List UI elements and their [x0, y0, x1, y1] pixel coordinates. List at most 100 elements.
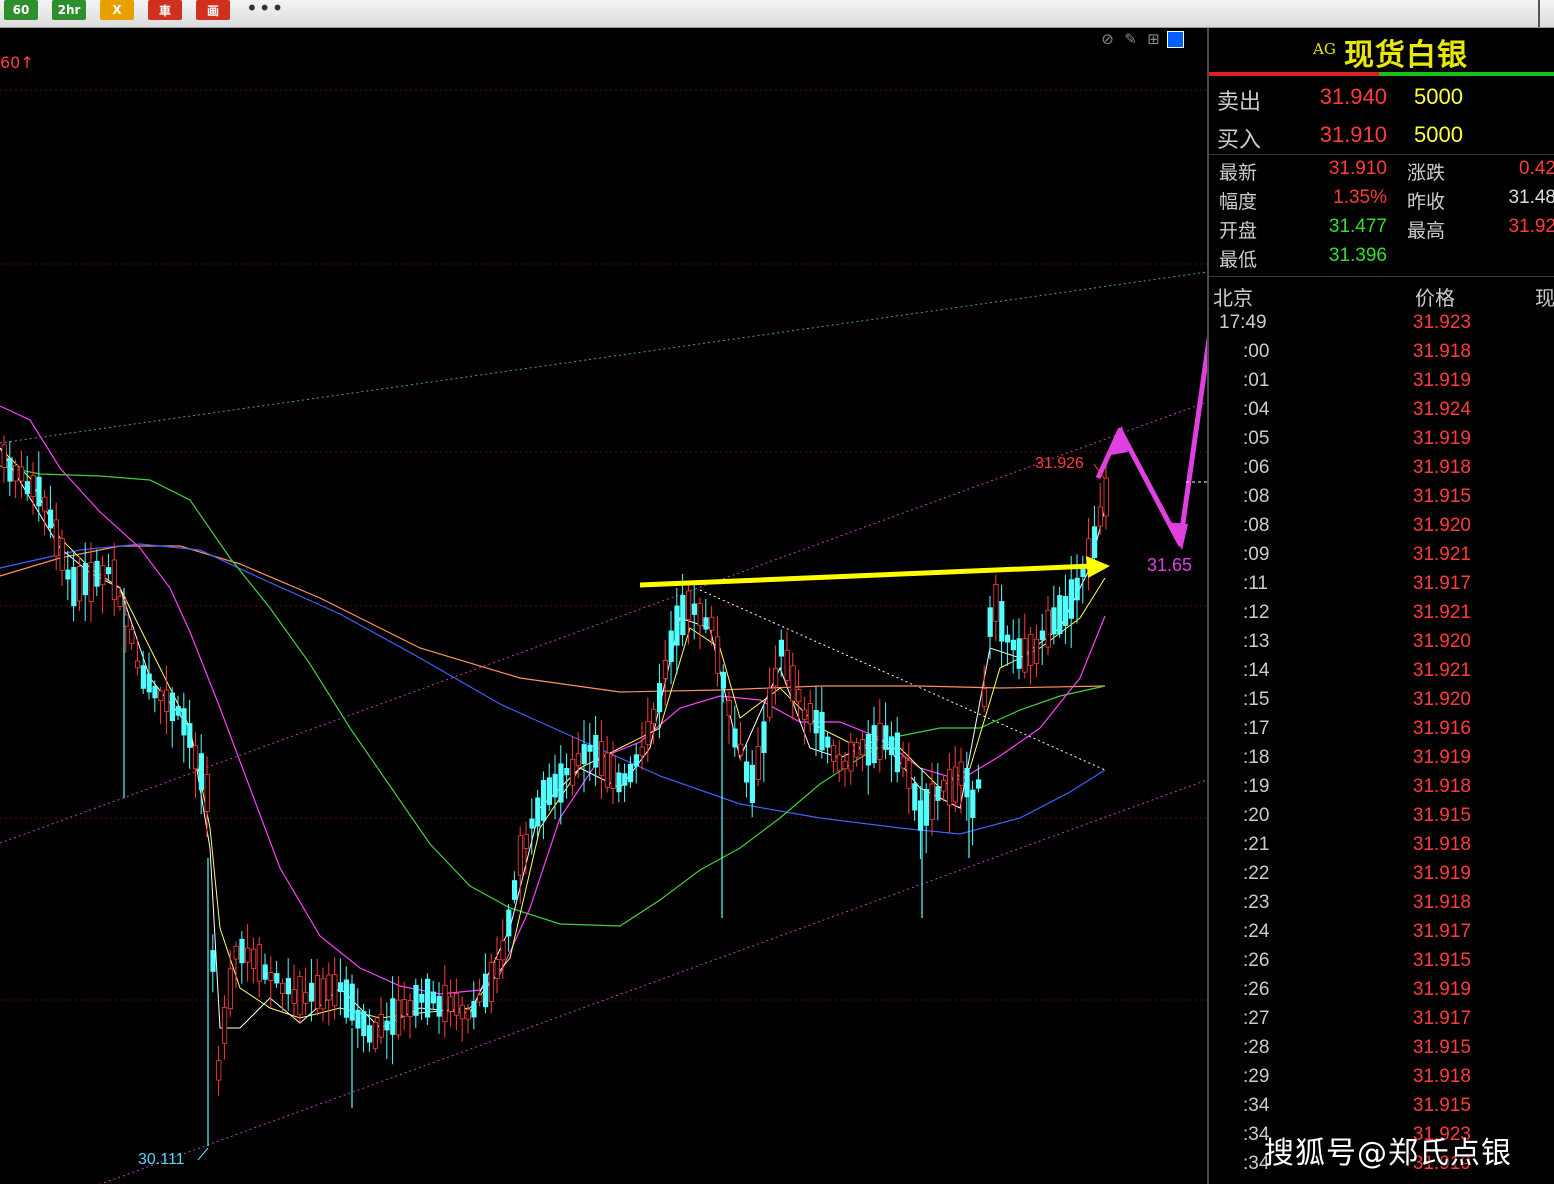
- candle-up: [941, 779, 947, 792]
- candle-down: [749, 764, 756, 803]
- stat-value: 31.477: [1328, 216, 1387, 237]
- candle-up: [1045, 609, 1051, 648]
- buy-label: 买入: [1217, 128, 1262, 153]
- candle-down: [935, 786, 941, 801]
- candle-down: [308, 982, 315, 1002]
- candle-up: [453, 993, 460, 1016]
- candle-up: [715, 636, 721, 674]
- candle-down: [274, 973, 280, 984]
- candle-down: [889, 736, 895, 756]
- tick-time: :06: [1243, 457, 1270, 478]
- sell-label: 卖出: [1217, 90, 1262, 115]
- target-price-label: 31.65: [1147, 555, 1193, 575]
- tick-price: 31.915: [1412, 950, 1471, 971]
- panel-toggle-icon[interactable]: [1167, 31, 1184, 48]
- tick-price: 31.915: [1412, 1037, 1471, 1058]
- tick-price: 31.921: [1412, 660, 1471, 681]
- tick-time: :09: [1243, 544, 1270, 565]
- pencil-icon[interactable]: ✎: [1121, 30, 1140, 49]
- tick-price: 31.918: [1412, 834, 1471, 855]
- candle-down: [541, 780, 547, 821]
- candle-up: [575, 753, 582, 767]
- toolbar-button-2[interactable]: X: [100, 0, 134, 20]
- stat-label: 最低: [1219, 249, 1258, 271]
- chart-canvas[interactable]: [0, 28, 1207, 1184]
- candle-down: [744, 761, 750, 783]
- candle-down: [633, 754, 640, 767]
- more-options-button[interactable]: •••: [246, 0, 284, 20]
- resistance-arrow-head: [1086, 556, 1110, 578]
- candle-down: [36, 476, 42, 507]
- toolbar-button-3[interactable]: 車: [148, 0, 182, 20]
- tick-price: 31.921: [1412, 544, 1471, 565]
- tick-price: 31.919: [1412, 428, 1471, 449]
- tick-price: 31.923: [1412, 312, 1471, 333]
- candle-down: [1010, 639, 1017, 651]
- tick-time: :12: [1243, 602, 1270, 623]
- candle-up: [326, 974, 332, 1001]
- candle-up: [227, 968, 233, 1009]
- stat-value: 0.42: [1519, 158, 1554, 179]
- candle-up: [297, 976, 303, 1016]
- candle-up: [494, 959, 500, 980]
- candle-down: [384, 1020, 390, 1031]
- candle-down: [1068, 579, 1074, 619]
- candle-up: [477, 994, 483, 1003]
- tick-price: 31.921: [1412, 602, 1471, 623]
- candle-up: [784, 649, 790, 681]
- candle-down: [419, 993, 425, 1003]
- instrument-title: AG 现货白银: [1209, 28, 1554, 73]
- tick-time: :22: [1243, 863, 1270, 884]
- tick-time: :11: [1243, 573, 1269, 594]
- candle-up: [18, 466, 25, 482]
- candle-up: [378, 1014, 384, 1038]
- candle-down: [923, 789, 930, 826]
- ma5-line: [0, 447, 1106, 1029]
- candle-up: [755, 745, 761, 780]
- tick-time: :08: [1243, 486, 1270, 507]
- stat-value: 31.910: [1328, 158, 1387, 179]
- candle-down: [24, 481, 31, 494]
- candle-down: [262, 964, 268, 980]
- tick-price: 31.918: [1412, 776, 1471, 797]
- ticks-header-volume: 现: [1535, 286, 1554, 310]
- tick-price: 31.917: [1412, 573, 1471, 594]
- candle-up: [906, 759, 912, 789]
- candle-up: [111, 559, 117, 601]
- candle-down: [337, 982, 344, 993]
- candle-up: [570, 758, 576, 786]
- candle-down: [587, 744, 593, 752]
- tick-price: 31.915: [1412, 1095, 1471, 1116]
- candle-down: [912, 783, 918, 811]
- candle-down: [146, 673, 152, 693]
- candle-up: [709, 616, 715, 631]
- candle-down: [187, 723, 193, 748]
- candle-down: [1016, 638, 1022, 669]
- candlestick-chart[interactable]: 60↑ ⊘ ✎ ⊞ 31.926 30.111 31.65: [0, 28, 1207, 1184]
- candle-up: [842, 760, 848, 770]
- toolbar-button-4[interactable]: 画: [196, 0, 230, 20]
- toolbar-button-1[interactable]: 2hr: [52, 0, 86, 20]
- candle-up: [790, 665, 796, 702]
- tick-time: :26: [1243, 950, 1270, 971]
- grid-icon[interactable]: ⊞: [1144, 30, 1163, 49]
- eye-slash-icon[interactable]: ⊘: [1098, 30, 1117, 49]
- candle-down: [564, 768, 570, 776]
- tick-time: :21: [1243, 834, 1270, 855]
- tick-time: :18: [1243, 747, 1270, 768]
- candle-down: [865, 734, 872, 766]
- tick-price: 31.919: [1412, 979, 1471, 1000]
- stat-value: 1.35%: [1333, 187, 1387, 208]
- tick-price: 31.919: [1412, 370, 1471, 391]
- period-indicator: 60↑: [0, 53, 34, 72]
- candle-down: [546, 777, 553, 805]
- candle-up: [1022, 638, 1028, 673]
- candle-up: [1, 444, 7, 468]
- low-price-label: 30.111: [138, 1151, 185, 1168]
- instrument-code: AG: [1313, 40, 1336, 58]
- candle-up: [523, 833, 529, 849]
- candle-down: [349, 983, 355, 1021]
- toolbar-button-0[interactable]: 60: [4, 0, 38, 20]
- candle-down: [883, 725, 889, 750]
- tick-time: :29: [1243, 1066, 1270, 1087]
